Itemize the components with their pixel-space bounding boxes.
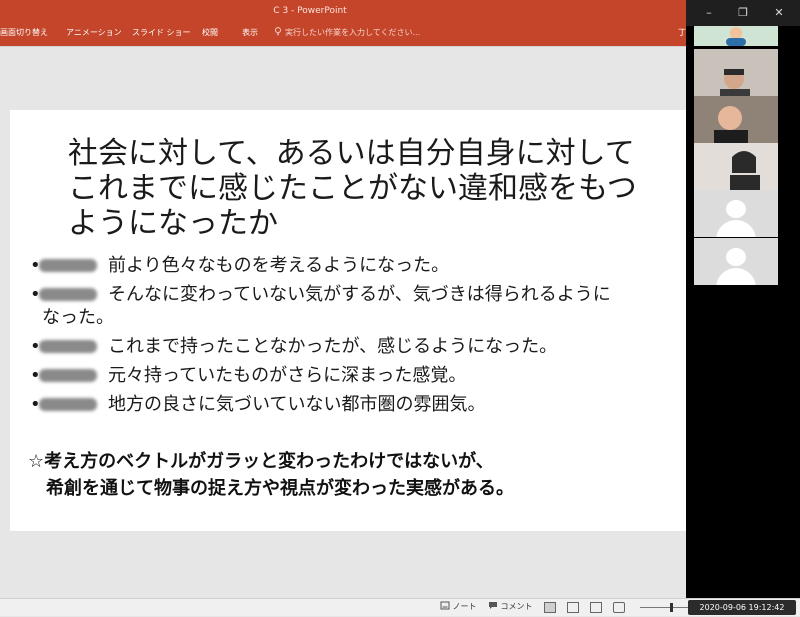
tab-view[interactable]: 表示 — [242, 22, 258, 46]
participant-video-tile[interactable] — [694, 49, 778, 96]
participant-icon — [726, 27, 746, 46]
bullet-text: そんなに変わっていない気がするが、気づきは得られるように — [108, 284, 611, 305]
title-line: ようになったか — [68, 206, 278, 241]
slideshow-view-icon[interactable] — [613, 602, 625, 613]
bullet-item: • 前より色々なものを考えるようになった。 — [30, 254, 750, 277]
minimize-icon[interactable]: – — [696, 0, 722, 26]
comment-icon — [489, 602, 497, 609]
bullet-text-continuation: なった。 — [42, 307, 114, 328]
zoom-slider[interactable] — [640, 607, 688, 608]
avatar-body — [716, 220, 756, 237]
notes-button[interactable]: ノート — [440, 599, 477, 617]
summary-line: 希創を通じて物事の捉え方や視点が変わった実感がある。 — [28, 478, 514, 499]
ribbon-tabs: 画面切り替え アニメーション スライド ショー 校閲 表示 実行したい作業を入力… — [0, 22, 800, 46]
avatar-icon — [726, 248, 746, 266]
slide-title[interactable]: 社会に対して、あるいは自分自身に対して これまでに感じたことがない違和感をもつ … — [68, 136, 761, 241]
participant-video-icon — [694, 96, 778, 143]
status-bar: ノート コメント 2020-09-06 19:12:42 — [0, 598, 800, 616]
bullet-item: • これまで持ったことなかったが、感じるようになった。 — [30, 335, 750, 358]
lightbulb-icon — [275, 27, 281, 36]
tab-slideshow[interactable]: スライド ショー — [132, 22, 191, 46]
participant-video-tile[interactable] — [694, 143, 778, 190]
restore-icon[interactable]: ❐ — [730, 0, 756, 26]
summary-line: ☆考え方のベクトルがガラッと変わったわけではないが、 — [28, 451, 494, 472]
participant-video-tile[interactable] — [694, 190, 778, 237]
participant-video-tile[interactable] — [694, 96, 778, 143]
redacted-name — [39, 288, 97, 301]
bullet-text: 元々持っていたものがさらに深まった感覚。 — [108, 365, 467, 386]
summary-text[interactable]: ☆考え方のベクトルがガラッと変わったわけではないが、 希創を通じて物事の捉え方や… — [28, 448, 748, 502]
bullet-text: 地方の良さに気づいていない都市圏の雰囲気。 — [108, 394, 486, 415]
bullet-text: これまで持ったことなかったが、感じるようになった。 — [108, 336, 558, 357]
tab-transitions[interactable]: 画面切り替え — [0, 22, 48, 46]
notes-label: ノート — [452, 602, 477, 611]
bullet-item: • 元々持っていたものがさらに深まった感覚。 — [30, 364, 750, 387]
tell-me-placeholder: 実行したい作業を入力してください... — [285, 28, 421, 37]
redacted-name — [39, 340, 97, 353]
video-panel-controls: – ❐ ✕ — [686, 0, 800, 26]
user-name[interactable]: 丁 — [678, 22, 686, 46]
participant-video-icon — [694, 143, 778, 190]
redacted-name — [39, 398, 97, 411]
zoom-slider-thumb[interactable] — [670, 603, 673, 612]
avatar-body — [716, 268, 756, 285]
comments-button[interactable]: コメント — [488, 599, 533, 617]
participant-video-tile[interactable] — [694, 238, 778, 285]
recording-timestamp: 2020-09-06 19:12:42 — [688, 600, 796, 615]
participant-video-icon — [694, 49, 778, 96]
tell-me-search[interactable]: 実行したい作業を入力してください... — [274, 22, 420, 46]
participant-video-tile[interactable] — [694, 26, 778, 46]
tab-animations[interactable]: アニメーション — [66, 22, 122, 46]
close-icon[interactable]: ✕ — [766, 0, 792, 26]
tab-review[interactable]: 校閲 — [202, 22, 218, 46]
reading-view-icon[interactable] — [590, 602, 602, 613]
avatar-icon — [726, 200, 746, 218]
title-line: これまでに感じたことがない違和感をもつ — [68, 171, 637, 206]
slide[interactable]: 社会に対して、あるいは自分自身に対して これまでに感じたことがない違和感をもつ … — [10, 110, 761, 531]
title-line: 社会に対して、あるいは自分自身に対して — [68, 136, 635, 171]
normal-view-icon[interactable] — [544, 602, 556, 613]
bullet-list[interactable]: • 前より色々なものを考えるようになった。 • そんなに変わっていない気がするが… — [30, 254, 750, 422]
redacted-name — [39, 259, 97, 272]
window-title: C 3 - PowerPoint — [273, 6, 347, 16]
slide-sorter-icon[interactable] — [567, 602, 579, 613]
bullet-item: • そんなに変わっていない気がするが、気づきは得られるように なった。 — [30, 283, 750, 329]
bullet-item: • 地方の良さに気づいていない都市圏の雰囲気。 — [30, 393, 750, 416]
redacted-name — [39, 369, 97, 382]
bullet-text: 前より色々なものを考えるようになった。 — [108, 255, 450, 276]
notes-icon — [440, 601, 450, 610]
title-bar: C 3 - PowerPoint — [0, 0, 800, 22]
comments-label: コメント — [500, 602, 533, 611]
